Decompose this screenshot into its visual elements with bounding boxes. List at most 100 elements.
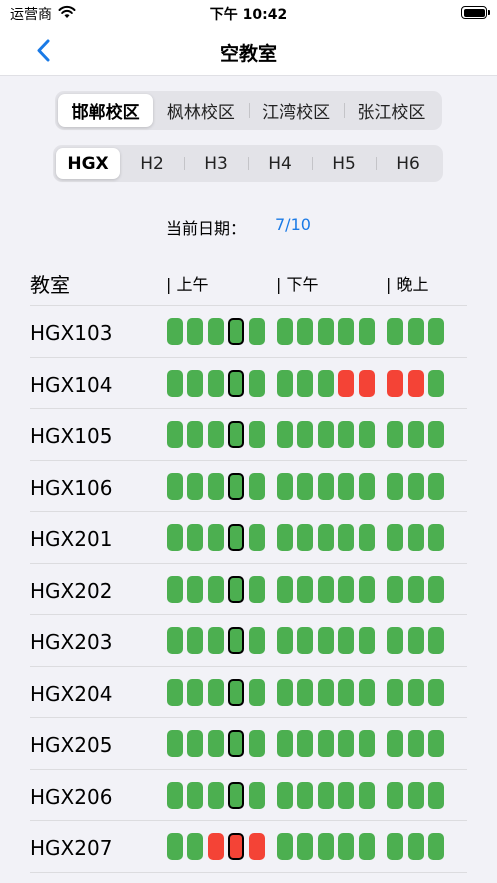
free-slot-indicator: [359, 524, 375, 551]
free-slot-indicator: [228, 318, 244, 345]
free-slot-indicator: [359, 575, 375, 603]
free-slot-indicator: [408, 575, 424, 603]
slot-strip: [167, 730, 467, 757]
free-slot-indicator: [428, 575, 444, 603]
room-name: HGX105: [30, 424, 113, 448]
room-name: HGX202: [30, 578, 113, 603]
table-header: 教室 | 上午 | 下午 | 晚上: [30, 258, 467, 306]
room-name: HGX201: [30, 527, 113, 551]
occupied-slot-indicator: [208, 833, 224, 860]
free-slot-indicator: [387, 524, 403, 551]
free-slot-indicator: [318, 627, 334, 654]
room-name: HGX205: [30, 733, 113, 757]
free-slot-indicator: [208, 318, 224, 345]
slot-strip: [167, 627, 467, 654]
free-slot-indicator: [297, 524, 313, 551]
free-slot-indicator: [408, 627, 424, 654]
table-row[interactable]: HGX204: [30, 667, 467, 718]
free-slot-indicator: [249, 318, 265, 345]
free-slot-indicator: [338, 833, 354, 860]
table-row[interactable]: HGX105: [30, 409, 467, 461]
free-slot-indicator: [187, 730, 203, 757]
free-slot-indicator: [228, 678, 244, 706]
free-slot-indicator: [277, 627, 293, 654]
campus-segmented-control: 邯郸校区 枫林校区 江湾校区 张江校区: [55, 91, 442, 130]
afternoon-header: | 下午: [276, 275, 319, 294]
free-slot-indicator: [428, 472, 444, 500]
free-slot-indicator: [318, 472, 334, 500]
free-slot-indicator: [167, 318, 183, 345]
free-slot-indicator: [318, 318, 334, 345]
free-slot-indicator: [277, 678, 293, 706]
tab-building-2[interactable]: H3: [184, 148, 248, 179]
table-row[interactable]: HGX205: [30, 718, 467, 770]
free-slot-indicator: [249, 472, 265, 500]
free-slot-indicator: [167, 369, 183, 397]
free-slot-indicator: [318, 524, 334, 551]
free-slot-indicator: [318, 781, 334, 809]
occupied-slot-indicator: [408, 369, 424, 397]
free-slot-indicator: [359, 833, 375, 860]
table-row[interactable]: HGX201: [30, 512, 467, 564]
building-segmented-control: HGX H2 H3 H4 H5 H6: [53, 145, 443, 182]
free-slot-indicator: [408, 318, 424, 345]
table-row[interactable]: HGX104: [30, 358, 467, 409]
tab-building-1[interactable]: H2: [120, 148, 184, 179]
free-slot-indicator: [277, 781, 293, 809]
tab-campus-0[interactable]: 邯郸校区: [58, 94, 154, 127]
free-slot-indicator: [428, 730, 444, 757]
free-slot-indicator: [359, 421, 375, 448]
free-slot-indicator: [408, 833, 424, 860]
slot-strip: [167, 318, 467, 345]
free-slot-indicator: [208, 781, 224, 809]
free-slot-indicator: [338, 472, 354, 500]
tab-campus-2[interactable]: 江湾校区: [248, 94, 344, 127]
free-slot-indicator: [387, 421, 403, 448]
occupied-slot-indicator: [359, 369, 375, 397]
tab-campus-3[interactable]: 张江校区: [343, 94, 439, 127]
slot-strip: [167, 524, 467, 551]
table-row[interactable]: HGX103: [30, 306, 467, 358]
free-slot-indicator: [387, 781, 403, 809]
free-slot-indicator: [408, 730, 424, 757]
table-row[interactable]: HGX203: [30, 615, 467, 667]
slot-strip: [167, 369, 467, 397]
free-slot-indicator: [228, 421, 244, 448]
table-row[interactable]: HGX207: [30, 821, 467, 873]
free-slot-indicator: [187, 369, 203, 397]
slot-strip: [167, 575, 467, 603]
free-slot-indicator: [297, 730, 313, 757]
free-slot-indicator: [167, 575, 183, 603]
free-slot-indicator: [208, 730, 224, 757]
free-slot-indicator: [359, 730, 375, 757]
free-slot-indicator: [167, 472, 183, 500]
room-name: HGX207: [30, 836, 113, 860]
free-slot-indicator: [228, 575, 244, 603]
free-slot-indicator: [387, 833, 403, 860]
free-slot-indicator: [228, 472, 244, 500]
date-value[interactable]: 7/10: [275, 215, 311, 234]
free-slot-indicator: [297, 781, 313, 809]
tab-building-0[interactable]: HGX: [56, 148, 120, 179]
free-slot-indicator: [228, 627, 244, 654]
free-slot-indicator: [187, 318, 203, 345]
tab-building-5[interactable]: H6: [376, 148, 440, 179]
room-name: HGX103: [30, 321, 113, 345]
free-slot-indicator: [277, 472, 293, 500]
table-row[interactable]: HGX206: [30, 770, 467, 821]
free-slot-indicator: [167, 627, 183, 654]
tab-building-4[interactable]: H5: [312, 148, 376, 179]
table-row[interactable]: HGX106: [30, 461, 467, 512]
table-row[interactable]: HGX202: [30, 564, 467, 615]
free-slot-indicator: [359, 318, 375, 345]
occupied-slot-indicator: [249, 833, 265, 860]
free-slot-indicator: [167, 833, 183, 860]
free-slot-indicator: [338, 627, 354, 654]
tab-building-3[interactable]: H4: [248, 148, 312, 179]
free-slot-indicator: [187, 781, 203, 809]
occupied-slot-indicator: [338, 369, 354, 397]
tab-campus-1[interactable]: 枫林校区: [153, 94, 248, 127]
free-slot-indicator: [428, 524, 444, 551]
room-name: HGX203: [30, 630, 113, 654]
free-slot-indicator: [387, 472, 403, 500]
